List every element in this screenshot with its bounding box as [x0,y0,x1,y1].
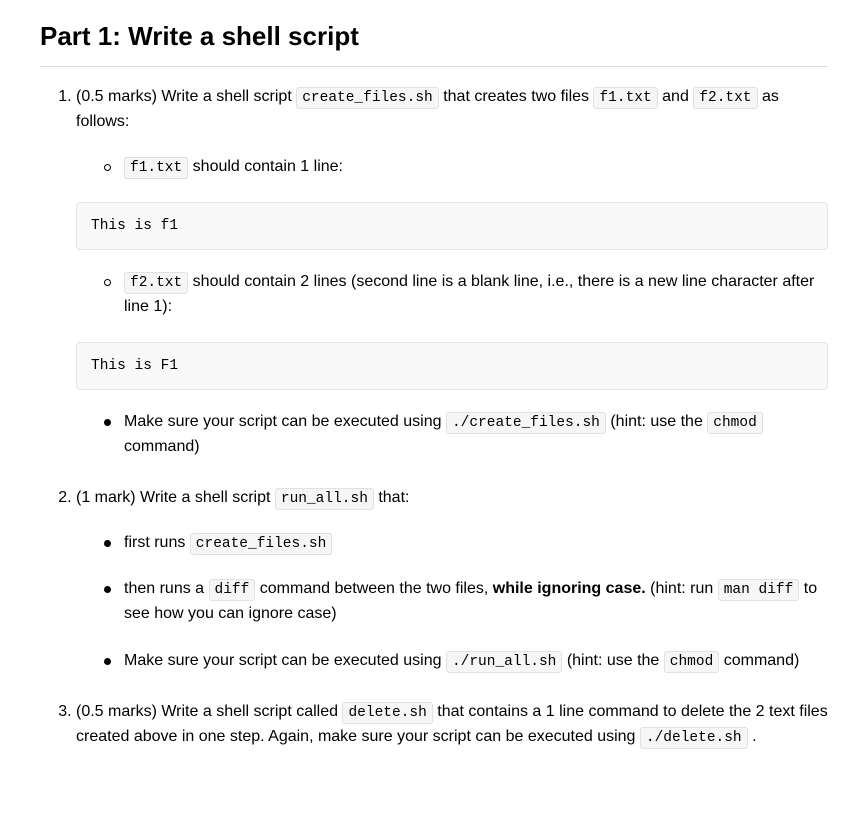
sublist: Make sure your script can be executed us… [76,410,828,460]
sublist-item: first runs create_files.sh [104,531,828,556]
text: should contain 1 line: [188,158,343,175]
subitem-text: f1.txt should contain 1 line: [124,155,828,180]
question-2: (1 mark) Write a shell script run_all.sh… [76,486,828,674]
question-3: (0.5 marks) Write a shell script called … [76,700,828,750]
sublist-item: Make sure your script can be executed us… [104,649,828,674]
inline-code: ./delete.sh [640,727,748,749]
marks-label: (0.5 marks) [76,88,157,105]
text: first runs [124,534,190,551]
inline-code: f2.txt [693,87,757,109]
text: (hint: run [646,580,718,597]
question-1: (0.5 marks) Write a shell script create_… [76,85,828,460]
inline-code: ./create_files.sh [446,412,606,434]
question-2-text: (1 mark) Write a shell script run_all.sh… [76,486,828,511]
text: . [748,728,757,745]
subitem-text: Make sure your script can be executed us… [124,649,828,674]
text: (hint: use the [562,652,663,669]
marks-label: (1 mark) [76,489,136,506]
subitem-text: first runs create_files.sh [124,531,828,556]
inline-code: run_all.sh [275,488,374,510]
inline-code: ./run_all.sh [446,651,562,673]
text: (hint: use the [606,413,707,430]
inline-code: chmod [707,412,763,434]
text: command) [124,438,200,455]
code-block: This is F1 [76,342,828,390]
text: Write a shell script [161,88,296,105]
text: that creates two files [439,88,594,105]
inline-code: f1.txt [124,157,188,179]
question-1-text: (0.5 marks) Write a shell script create_… [76,85,828,135]
inline-code: create_files.sh [296,87,439,109]
sublist: first runs create_files.sh then runs a d… [76,531,828,674]
inline-code: f1.txt [593,87,657,109]
inline-code: create_files.sh [190,533,333,555]
inline-code: chmod [664,651,720,673]
question-3-text: (0.5 marks) Write a shell script called … [76,700,828,750]
inline-code: man diff [718,579,800,601]
inline-code: f2.txt [124,272,188,294]
text: Write a shell script [140,489,275,506]
text: Make sure your script can be executed us… [124,652,446,669]
text: Make sure your script can be executed us… [124,413,446,430]
sublist-item: f2.txt should contain 2 lines (second li… [104,270,828,320]
code-block: This is f1 [76,202,828,250]
inline-code: delete.sh [342,702,432,724]
sublist: f1.txt should contain 1 line: [76,155,828,180]
inline-code: diff [209,579,256,601]
text: command between the two files, [255,580,492,597]
text: Write a shell script called [161,703,342,720]
marks-label: (0.5 marks) [76,703,157,720]
subitem-text: Make sure your script can be executed us… [124,410,828,460]
sublist-item: then runs a diff command between the two… [104,577,828,627]
text: command) [719,652,799,669]
question-list: (0.5 marks) Write a shell script create_… [40,85,828,749]
text: that: [374,489,410,506]
text: and [658,88,694,105]
subitem-text: f2.txt should contain 2 lines (second li… [124,270,828,320]
section-title: Part 1: Write a shell script [40,16,828,67]
sublist-item: f1.txt should contain 1 line: [104,155,828,180]
sublist-item: Make sure your script can be executed us… [104,410,828,460]
bold-text: while ignoring case. [493,580,646,597]
text: should contain 2 lines (second line is a… [124,273,814,315]
sublist: f2.txt should contain 2 lines (second li… [76,270,828,320]
text: then runs a [124,580,209,597]
subitem-text: then runs a diff command between the two… [124,577,828,627]
